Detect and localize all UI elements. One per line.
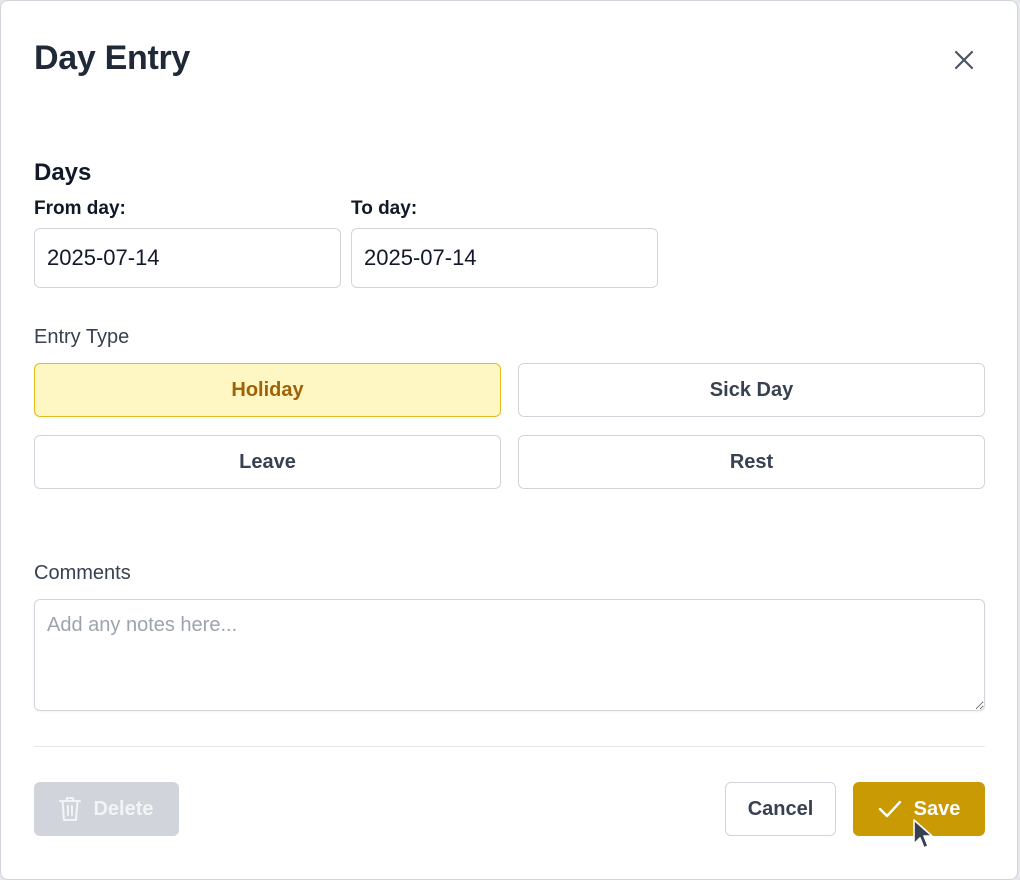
entry-type-sick-day[interactable]: Sick Day — [518, 363, 985, 417]
delete-label: Delete — [93, 797, 154, 820]
check-icon — [878, 800, 901, 818]
save-label: Save — [913, 797, 961, 820]
entry-type-rest[interactable]: Rest — [518, 435, 985, 489]
from-day-label: From day: — [34, 198, 126, 219]
entry-type-label: Entry Type — [34, 326, 130, 348]
days-section-title: Days — [34, 159, 92, 186]
trash-icon — [59, 797, 82, 821]
comments-textarea[interactable] — [34, 599, 985, 711]
dialog-title: Day Entry — [34, 39, 191, 77]
save-button[interactable]: Save — [853, 782, 985, 836]
close-icon — [954, 50, 974, 70]
footer-divider — [34, 746, 985, 747]
close-button[interactable] — [945, 41, 983, 79]
day-entry-dialog: Day Entry Days From day: To day: Entry T… — [0, 0, 1018, 880]
from-day-input[interactable] — [34, 228, 341, 288]
entry-type-leave[interactable]: Leave — [34, 435, 501, 489]
to-day-label: To day: — [351, 198, 418, 219]
entry-type-holiday[interactable]: Holiday — [34, 363, 501, 417]
delete-button[interactable]: Delete — [34, 782, 179, 836]
to-day-input[interactable] — [351, 228, 658, 288]
cancel-button[interactable]: Cancel — [725, 782, 836, 836]
comments-label: Comments — [34, 562, 131, 584]
